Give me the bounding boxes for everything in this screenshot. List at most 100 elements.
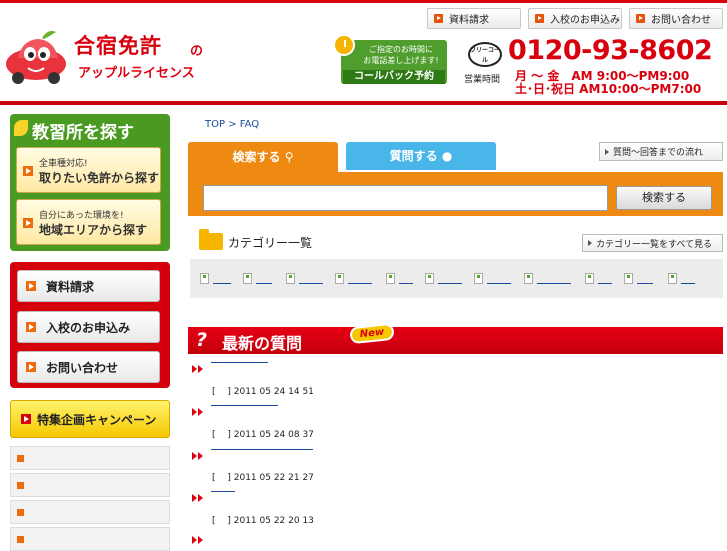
sidebar-brochure-button[interactable]: 資料請求 [17,270,160,302]
category-link[interactable] [585,270,612,284]
triangle-icon [605,148,609,155]
callback-text-1: ご指定のお時間に [369,45,433,54]
sidebar-contact-button[interactable]: お問い合わせ [17,351,160,383]
question-link[interactable] [211,491,235,492]
category-link[interactable] [425,270,462,284]
double-arrow-icon [192,408,204,417]
arrow-icon [17,455,24,462]
category-link[interactable] [474,270,511,284]
double-arrow-icon [192,536,204,545]
phone-number[interactable]: 0120-93-8602 [508,35,713,66]
breadcrumb[interactable]: TOP > FAQ [205,119,259,130]
find-by-license-button[interactable]: 全車種対応! 取りたい免許から探す [16,147,161,193]
top-nav-label: 資料請求 [449,15,489,26]
category-link[interactable] [286,270,323,284]
arrow-icon [23,166,33,176]
latest-questions-header: ? 最新の質問 [188,327,723,354]
search-button[interactable]: 検索する [616,186,712,210]
document-icon [243,273,252,284]
clock-icon [333,34,355,56]
category-link[interactable] [243,270,272,284]
document-icon [474,273,483,284]
arrow-icon [636,14,645,23]
category-link[interactable] [386,270,413,284]
sidebar-apply-button[interactable]: 入校のお申込み [17,311,160,343]
top-nav-brochure[interactable]: 資料請求 [427,8,521,29]
double-arrow-icon [192,494,204,503]
document-icon [668,273,677,284]
double-arrow-icon [192,452,204,461]
question-link[interactable] [211,449,313,450]
free-call-icon: フリーコール [468,42,502,67]
category-link[interactable] [524,270,571,284]
card-sub: 自分にあった環境を! [39,211,124,221]
category-link[interactable] [200,270,231,284]
triangle-icon [588,240,592,246]
campaign-button[interactable]: 特集企画キャンペーン [10,400,170,438]
all-categories-link[interactable]: カテゴリー一覧をすべて見る [582,234,723,252]
top-nav-apply[interactable]: 入校のお申込み [528,8,622,29]
button-label: お問い合わせ [46,360,119,375]
sidebar-link[interactable] [10,446,170,470]
callback-reserve-button[interactable]: コールバック予約 [343,70,445,84]
document-icon [335,273,344,284]
question-link[interactable] [211,362,268,363]
top-nav-contact[interactable]: お問い合わせ [629,8,723,29]
category-link[interactable] [335,270,372,284]
arrow-icon [21,414,31,424]
top-nav-label: お問い合わせ [651,15,711,26]
arrow-icon [26,281,36,291]
speech-bubble-icon: ● [441,149,453,163]
arrow-icon [26,362,36,372]
document-icon [200,273,209,284]
arrow-icon [17,509,24,516]
document-icon [524,273,533,284]
document-icon [386,273,395,284]
search-icon: ⚲ [284,150,294,164]
tab-label: 質問する [389,149,438,163]
question-meta: [ ] 2011 05 22 21 27 [212,473,314,483]
button-label: 資料請求 [46,279,95,294]
tab-search[interactable]: 検索する ⚲ [188,142,338,172]
latest-questions-title: 最新の質問 [222,334,303,353]
question-meta: [ ] 2011 05 24 08 37 [212,430,314,440]
find-school-title: 教習所を探す [32,123,134,143]
document-icon [425,273,434,284]
button-label: 入校のお申込み [46,320,131,335]
tab-label: 検索する [232,150,281,164]
link-label: カテゴリー一覧をすべて見る [596,239,713,250]
business-hours-label: 営業時間 [464,75,501,85]
card-sub: 全車種対応! [39,159,88,169]
top-accent-line [0,0,727,3]
arrow-icon [434,14,443,23]
hours-weekend: 土･日･祝日 AM10:00～PM7:00 [515,82,702,96]
sidebar-link[interactable] [10,527,170,551]
card-main: 地域エリアから探す [39,223,148,237]
question-meta: [ ] 2011 05 24 14 51 [212,387,314,397]
sidebar-link[interactable] [10,473,170,497]
category-link[interactable] [624,270,653,284]
document-icon [286,273,295,284]
arrow-icon [535,14,544,23]
header-divider [0,101,727,105]
qa-flow-link[interactable]: 質問～回答までの流れ [599,142,723,161]
question-meta: [ ] 2011 05 22 20 13 [212,516,314,526]
search-input[interactable] [203,185,608,211]
category-title: カテゴリー一覧 [228,236,313,250]
question-link[interactable] [211,405,278,406]
document-icon [585,273,594,284]
folder-icon [199,229,223,250]
tab-ask[interactable]: 質問する ● [346,142,496,170]
callback-text-2: お電話差し上げます! [363,56,439,65]
category-link[interactable] [668,270,695,284]
arrow-icon [26,322,36,332]
arrow-icon [17,536,24,543]
arrow-icon [17,482,24,489]
arrow-icon [23,218,33,228]
sidebar-link[interactable] [10,500,170,524]
logo-particle: の [190,44,204,59]
logo-subtitle: アップルライセンス [78,66,195,81]
find-by-area-button[interactable]: 自分にあった環境を! 地域エリアから探す [16,199,161,245]
document-icon [624,273,633,284]
question-mark-icon: ? [196,329,208,351]
